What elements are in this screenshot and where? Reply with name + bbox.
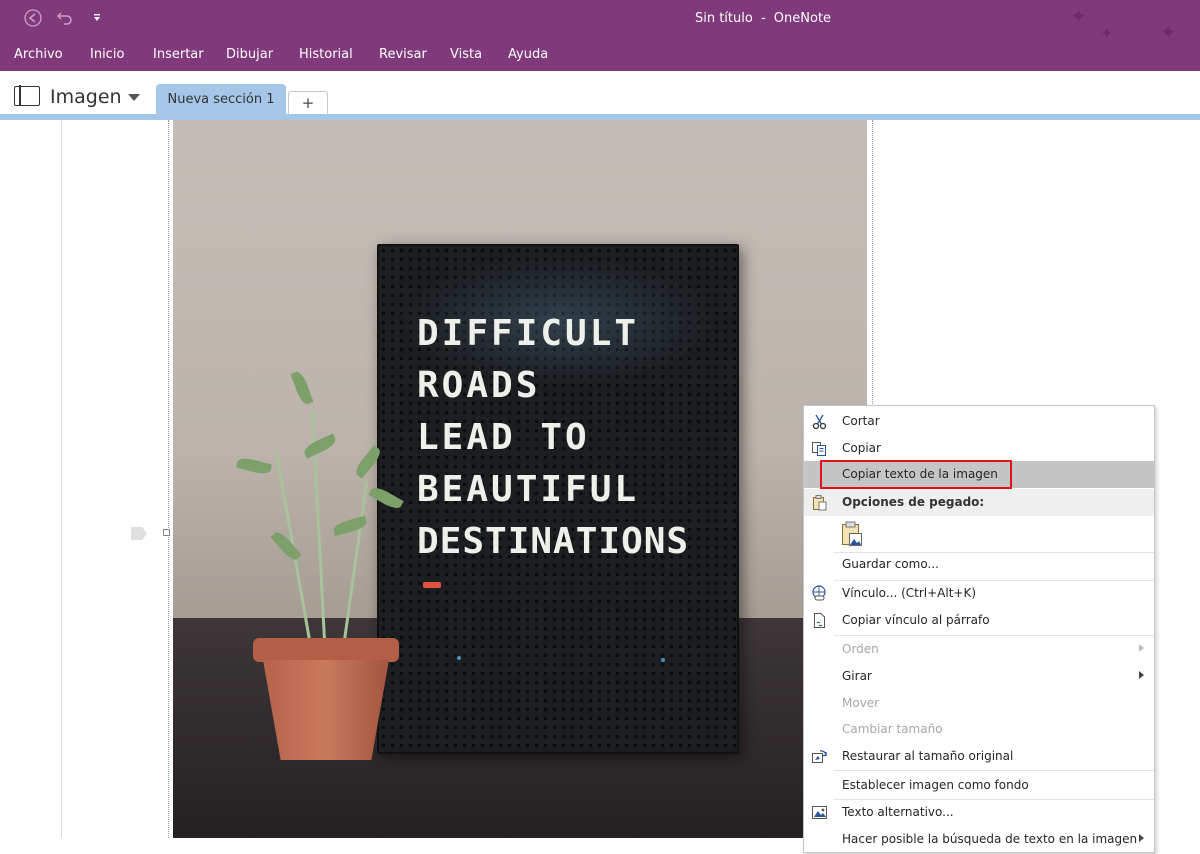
menu-item-busqueda-texto-imagen[interactable]: Hacer posible la búsqueda de texto en la… [804, 826, 1154, 853]
alt-text-icon [811, 804, 828, 821]
tab-historial[interactable]: Historial [299, 47, 353, 62]
menu-item-copiar[interactable]: Copiar [804, 435, 1154, 462]
plant-leaf [270, 529, 302, 563]
outline-border [168, 120, 169, 838]
menu-item-restaurar-tamano[interactable]: Restaurar al tamaño original [804, 743, 1154, 770]
selected-image[interactable]: DIFFICULT ROADS LEAD TO BEAUTIFUL DESTINATIO… [173, 120, 867, 838]
chevron-right-icon [1139, 671, 1144, 679]
paragraph-handle-icon[interactable] [131, 527, 147, 540]
scissors-icon [811, 413, 828, 430]
add-section-button[interactable]: + [288, 91, 328, 115]
plant-leaf [332, 515, 368, 537]
menu-item-mover: Mover [842, 696, 880, 710]
board-line: DESTINATIONS [417, 521, 690, 562]
document-title: Sin título [694, 11, 753, 26]
clipboard-icon [811, 494, 828, 511]
board-line: LEAD TO [417, 417, 590, 458]
plant-leaf [236, 455, 272, 477]
chevron-down-icon[interactable] [128, 94, 140, 101]
menu-item-texto-alternativo[interactable]: Texto alternativo... [804, 799, 1154, 826]
menu-item-imagen-fondo[interactable]: Establecer imagen como fondo [804, 772, 1154, 799]
chevron-right-icon [1139, 644, 1144, 652]
link-icon [811, 585, 828, 602]
restore-size-icon [811, 748, 828, 765]
menu-item-cortar[interactable]: Cortar [804, 408, 1154, 435]
notebook-name[interactable]: Imagen [50, 86, 122, 108]
menu-item-cambiar-tamano: Cambiar tamaño [842, 722, 943, 736]
app-name: OneNote [773, 11, 832, 26]
tab-archivo[interactable]: Archivo [14, 47, 63, 62]
window-title: Sin título - OneNote [0, 11, 1200, 26]
board-line: BEAUTIFUL [417, 469, 640, 510]
link-page-icon [811, 612, 828, 629]
ribbon-tabs: Archivo Inicio Insertar Dibujar Historia… [0, 38, 1200, 71]
menu-header-opciones-pegado: Opciones de pegado: [804, 489, 1154, 516]
plant-leaf [302, 433, 338, 459]
tab-ayuda[interactable]: Ayuda [508, 47, 548, 62]
context-menu: Cortar Copiar Copiar texto de la imagen … [803, 405, 1155, 853]
board-line: ROADS [417, 365, 541, 406]
paste-picture-icon[interactable] [840, 520, 864, 548]
tab-revisar[interactable]: Revisar [379, 47, 427, 62]
tab-insertar[interactable]: Insertar [153, 47, 204, 62]
menu-item-copiar-texto-imagen[interactable]: Copiar texto de la imagen [804, 460, 1154, 489]
page-margin-line [61, 120, 62, 838]
menu-item-orden: Orden [804, 636, 1154, 663]
tab-dibujar[interactable]: Dibujar [226, 47, 273, 62]
plant-stem [343, 481, 369, 641]
highlight-callout [820, 460, 1012, 489]
tab-inicio[interactable]: Inicio [90, 47, 124, 62]
bird-decoration-icon: ✦ [1070, 4, 1087, 28]
menu-item-guardar-como[interactable]: Guardar como... [804, 551, 1154, 578]
letter-board-text: DIFFICULT ROADS LEAD TO BEAUTIFUL DESTINATIO… [417, 308, 689, 568]
flower-pot [253, 638, 399, 662]
title-bar: Sin título - OneNote ✦ ✦ ✦ [0, 0, 1200, 44]
menu-item-vinculo[interactable]: Vínculo... (Ctrl+Alt+K) [804, 580, 1154, 607]
board-line: DIFFICULT [417, 313, 640, 354]
menu-item-copiar-vinculo-parrafo[interactable]: Copiar vínculo al párrafo [804, 607, 1154, 634]
red-letter-piece [423, 582, 441, 588]
menu-item-girar[interactable]: Girar [804, 663, 1154, 690]
copy-icon [811, 440, 828, 457]
chevron-right-icon [1139, 834, 1144, 842]
tab-vista[interactable]: Vista [450, 47, 482, 62]
plant-leaf [290, 369, 314, 407]
notebook-icon[interactable] [14, 85, 40, 106]
title-separator: - [760, 11, 766, 26]
image-resize-handle[interactable] [163, 529, 170, 536]
tab-section-active[interactable]: Nueva sección 1 [156, 84, 286, 115]
outline-border [872, 120, 873, 420]
letter-board: DIFFICULT ROADS LEAD TO BEAUTIFUL DESTINATIO… [377, 244, 739, 754]
